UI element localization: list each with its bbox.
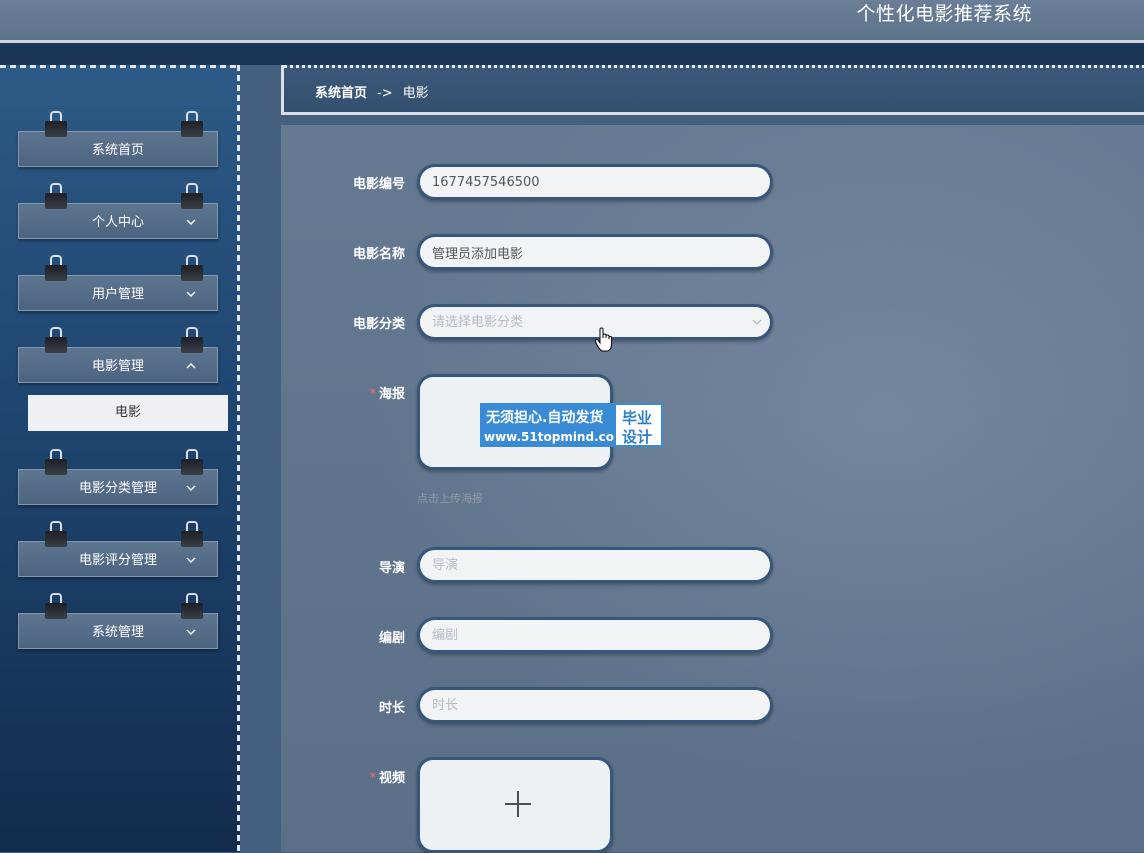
sidebar-item-user-management[interactable]: 用户管理 <box>18 255 218 311</box>
breadcrumb-home[interactable]: 系统首页 <box>315 86 367 101</box>
sidebar-item-home[interactable]: 系统首页 <box>18 111 218 167</box>
watermark-banner: 无须担心.自动发货 www.51topmind.com 毕业 设计 <box>480 403 663 447</box>
chevron-down-icon <box>186 629 196 635</box>
app-title: 个性化电影推荐系统 <box>856 3 1032 25</box>
movie-no-input[interactable] <box>417 164 773 200</box>
watermark-badge-line2: 设计 <box>622 428 653 446</box>
poster-upload-hint: 点击上传海报 <box>417 492 483 505</box>
writer-label: 编剧 <box>378 631 405 646</box>
breadcrumb-separator: -> <box>377 86 393 101</box>
poster-label: * 海报 <box>369 387 405 402</box>
director-input[interactable] <box>417 547 773 583</box>
watermark-badge: 毕业 设计 <box>614 403 663 447</box>
sidebar <box>0 65 240 852</box>
watermark-main: 无须担心.自动发货 www.51topmind.com <box>480 403 627 447</box>
chevron-down-icon <box>186 219 196 225</box>
sidebar-subitem-movie[interactable]: 电影 <box>28 395 228 431</box>
video-upload[interactable] <box>417 757 613 853</box>
chevron-down-icon[interactable] <box>751 316 763 328</box>
chevron-down-icon <box>186 485 196 491</box>
hand-pointer-icon <box>594 327 613 352</box>
breadcrumb: 系统首页 -> 电影 <box>315 82 429 101</box>
breadcrumb-bottom-border <box>284 112 1144 115</box>
sidebar-item-label: 系统首页 <box>91 143 144 158</box>
required-mark: * <box>369 771 376 786</box>
breadcrumb-top-border <box>284 65 1144 68</box>
chevron-down-icon <box>186 557 196 563</box>
category-label: 电影分类 <box>352 317 405 332</box>
top-header: 个性化电影推荐系统 <box>0 0 1144 40</box>
sidebar-item-personal-center[interactable]: 个人中心 <box>18 183 218 239</box>
header-strip <box>0 43 1144 65</box>
sidebar-item-rating-management[interactable]: 电影评分管理 <box>18 521 218 577</box>
duration-input[interactable] <box>417 687 773 723</box>
sidebar-item-movie-management[interactable]: 电影管理 <box>18 327 218 383</box>
writer-input[interactable] <box>417 617 773 653</box>
watermark-line2: www.51topmind.com <box>484 430 627 444</box>
sidebar-top-border <box>0 65 240 68</box>
breadcrumb-current: 电影 <box>402 86 429 101</box>
required-mark: * <box>369 387 376 402</box>
sidebar-item-system-management[interactable]: 系统管理 <box>18 593 218 649</box>
watermark-badge-line1: 毕业 <box>622 409 653 427</box>
movie-no-label: 电影编号 <box>352 177 405 192</box>
video-label: * 视频 <box>369 771 405 786</box>
chevron-down-icon <box>186 291 196 297</box>
watermark-line1: 无须担心.自动发货 <box>486 410 604 426</box>
duration-label: 时长 <box>378 701 405 716</box>
sidebar-item-category-management[interactable]: 电影分类管理 <box>18 449 218 505</box>
sidebar-right-border <box>237 65 240 852</box>
director-label: 导演 <box>378 561 405 576</box>
movie-name-input[interactable] <box>417 234 773 270</box>
movie-name-label: 电影名称 <box>352 247 405 262</box>
chevron-up-icon <box>186 363 196 369</box>
breadcrumb-bar: 系统首页 -> 电影 <box>281 65 1144 115</box>
plus-icon <box>505 791 531 817</box>
